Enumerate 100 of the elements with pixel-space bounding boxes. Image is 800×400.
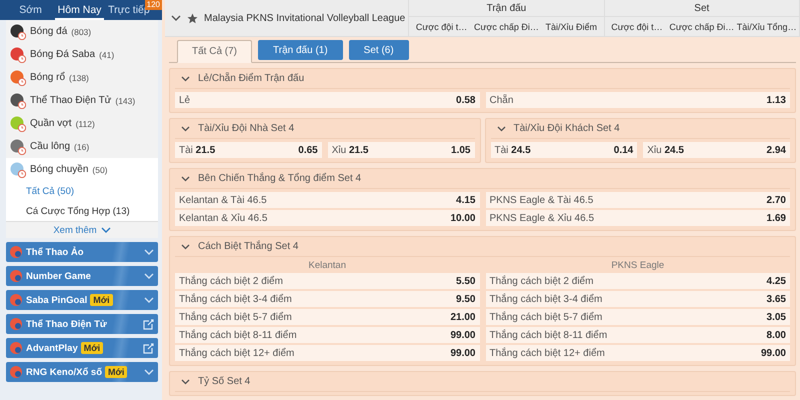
category-name: Number Game bbox=[26, 270, 91, 282]
odds-cell[interactable]: Xỉu 24.5 2.94 bbox=[643, 142, 790, 158]
odds-cell[interactable]: Chẵn 1.13 bbox=[486, 92, 790, 108]
selection-label: PKNS Eagle & Xỉu 46.5 bbox=[490, 212, 594, 224]
game-icon bbox=[9, 293, 23, 307]
odds-value: 0.65 bbox=[298, 144, 318, 156]
star-icon[interactable] bbox=[187, 12, 198, 24]
league-name: Malaysia PKNS Invitational Volleyball League bbox=[204, 12, 406, 24]
odds-value: 2.94 bbox=[766, 144, 786, 156]
submenu-item[interactable]: Tất Cả (50) bbox=[6, 181, 158, 201]
filter-tab[interactable]: Set (6) bbox=[348, 40, 409, 60]
category-name: Thể Thao Điện Tử bbox=[26, 318, 107, 330]
game-category-bar[interactable]: Thể Thao Điện Tử bbox=[6, 314, 158, 334]
chevron-down-icon bbox=[100, 227, 111, 233]
odds-cell[interactable]: Thắng cách biệt 12+ điểm 99.00 bbox=[486, 345, 790, 361]
chevron-down-icon[interactable] bbox=[181, 378, 190, 384]
selection-label: Thắng cách biệt 12+ điểm bbox=[490, 348, 605, 358]
chevron-down-icon bbox=[144, 249, 154, 255]
chevron-down-icon[interactable] bbox=[181, 126, 190, 132]
odds-value: 99.00 bbox=[450, 330, 476, 340]
filter-tab[interactable]: Trận đấu (1) bbox=[258, 40, 343, 60]
chevron-down-icon bbox=[144, 297, 154, 303]
sport-item[interactable]: Bóng rổ (138) bbox=[6, 66, 158, 89]
event-count: (143) bbox=[115, 96, 136, 106]
team-header: Kelantan bbox=[307, 260, 347, 271]
game-category-bar[interactable]: Number Game bbox=[6, 266, 158, 286]
game-category-bar[interactable]: Thể Thao Ảo bbox=[6, 242, 158, 262]
odds-cell[interactable]: Kelantan & Tài 46.5 4.15 bbox=[175, 192, 480, 208]
column-header: Cược đội t… bbox=[414, 20, 468, 34]
sport-name: Bóng đá bbox=[30, 26, 68, 37]
odds-cell[interactable]: Thắng cách biệt 2 điểm 5.50 bbox=[175, 273, 480, 289]
filter-tab[interactable]: Tất Cả (7) bbox=[177, 40, 252, 63]
odds-value: 4.25 bbox=[766, 276, 786, 286]
chevron-down-icon[interactable] bbox=[496, 126, 506, 132]
selection-label: Thắng cách biệt 12+ điểm bbox=[179, 348, 294, 358]
category-name: RNG Keno/Xổ số bbox=[26, 366, 102, 378]
odds-cell[interactable]: Thắng cách biệt 8-11 điểm 99.00 bbox=[175, 327, 480, 343]
odds-cell[interactable]: Thắng cách biệt 5-7 điểm 3.05 bbox=[486, 309, 790, 325]
category-name: Thể Thao Ảo bbox=[26, 246, 84, 258]
selection-label: Thắng cách biệt 3-4 điểm bbox=[490, 294, 602, 304]
selection-label: Xỉu 21.5 bbox=[332, 144, 368, 156]
odds-cell[interactable]: Xỉu 21.5 1.05 bbox=[328, 142, 474, 158]
market-title: Tài/Xỉu Đội Khách Set 4 bbox=[514, 123, 620, 134]
chevron-down-icon[interactable] bbox=[181, 244, 190, 250]
game-category-bar[interactable]: Saba PinGoal Mới bbox=[6, 290, 158, 310]
odds-cell[interactable]: Thắng cách biệt 3-4 điểm 9.50 bbox=[175, 291, 480, 307]
odds-value: 10.00 bbox=[450, 212, 476, 224]
selection-label: Tài 21.5 bbox=[179, 144, 216, 156]
odds-cell[interactable]: Thắng cách biệt 2 điểm 4.25 bbox=[486, 273, 790, 289]
chevron-down-icon[interactable] bbox=[171, 15, 181, 21]
sidebar-tab[interactable]: Hôm Nay bbox=[55, 0, 104, 20]
odds-cell[interactable]: Kelantan & Xỉu 46.5 10.00 bbox=[175, 210, 480, 226]
selection-label: Thắng cách biệt 5-7 điểm bbox=[490, 312, 602, 322]
sport-item[interactable]: Bóng Đá Saba (41) bbox=[6, 43, 158, 66]
team-header: PKNS Eagle bbox=[610, 260, 666, 271]
selection-label: Thắng cách biệt 2 điểm bbox=[179, 276, 283, 286]
odds-cell[interactable]: PKNS Eagle & Tài 46.5 2.70 bbox=[486, 192, 790, 208]
sport-item[interactable]: Quần vợt (112) bbox=[6, 112, 158, 135]
sport-item[interactable]: Cầu lông (16) bbox=[6, 135, 158, 158]
selection-label: Chẵn bbox=[490, 94, 514, 106]
sport-item[interactable]: Bóng chuyền (50) bbox=[6, 158, 158, 181]
odds-value: 1.05 bbox=[451, 144, 470, 156]
category-name: Saba PinGoal bbox=[26, 294, 88, 306]
game-category-bar[interactable]: AdvantPlay Mới bbox=[6, 338, 158, 358]
selection-label: Thắng cách biệt 2 điểm bbox=[490, 276, 594, 286]
column-header: Tài/Xỉu Điểm bbox=[544, 20, 598, 34]
odds-cell[interactable]: Thắng cách biệt 5-7 điểm 21.00 bbox=[175, 309, 480, 325]
selection-label: Thắng cách biệt 8-11 điểm bbox=[490, 330, 608, 340]
sport-item[interactable]: Bóng đá (803) bbox=[6, 20, 158, 43]
column-header: Cược chấp Đi… bbox=[474, 20, 539, 34]
odds-cell[interactable]: Thắng cách biệt 12+ điểm 99.00 bbox=[175, 345, 480, 361]
sport-name: Bóng rổ bbox=[30, 72, 66, 83]
odds-value: 0.58 bbox=[456, 94, 476, 106]
odds-cell[interactable]: Lẻ 0.58 bbox=[175, 92, 480, 108]
selection-label: Thắng cách biệt 5-7 điểm bbox=[179, 312, 292, 322]
selection-label: Kelantan & Xỉu 46.5 bbox=[179, 212, 268, 224]
sidebar-tab[interactable]: Sớm bbox=[6, 0, 56, 20]
selection-label: Thắng cách biệt 8-11 điểm bbox=[179, 330, 297, 340]
event-count: (41) bbox=[99, 50, 114, 60]
chevron-down-icon[interactable] bbox=[181, 76, 190, 82]
game-category-bar[interactable]: RNG Keno/Xổ số Mới bbox=[6, 362, 158, 382]
odds-cell[interactable]: Tài 24.5 0.14 bbox=[490, 142, 638, 158]
sport-item[interactable]: Thể Thao Điện Tử (143) bbox=[6, 89, 158, 112]
column-header: Tài/Xỉu Tổng… bbox=[736, 20, 798, 34]
chevron-down-icon bbox=[144, 273, 154, 279]
market-title: Lẻ/Chẵn Điểm Trận đấu bbox=[198, 73, 304, 84]
external-link-icon bbox=[143, 342, 154, 354]
sport-name: Bóng chuyền bbox=[30, 164, 88, 175]
odds-value: 9.50 bbox=[456, 294, 476, 304]
selection-label: Lẻ bbox=[179, 94, 190, 106]
odds-cell[interactable]: PKNS Eagle & Xỉu 46.5 1.69 bbox=[486, 210, 790, 226]
market-title: Tài/Xỉu Đội Nhà Set 4 bbox=[198, 123, 294, 134]
odds-cell[interactable]: Thắng cách biệt 3-4 điểm 3.65 bbox=[486, 291, 790, 307]
odds-value: 4.15 bbox=[456, 194, 476, 206]
odds-cell[interactable]: Thắng cách biệt 8-11 điểm 8.00 bbox=[486, 327, 790, 343]
submenu-item[interactable]: Cá Cược Tổng Hợp (13) bbox=[6, 201, 158, 221]
event-count: (16) bbox=[74, 142, 90, 152]
chevron-down-icon[interactable] bbox=[181, 176, 190, 182]
odds-cell[interactable]: Tài 21.5 0.65 bbox=[175, 142, 322, 158]
market-title: Tỷ Số Set 4 bbox=[198, 376, 250, 387]
